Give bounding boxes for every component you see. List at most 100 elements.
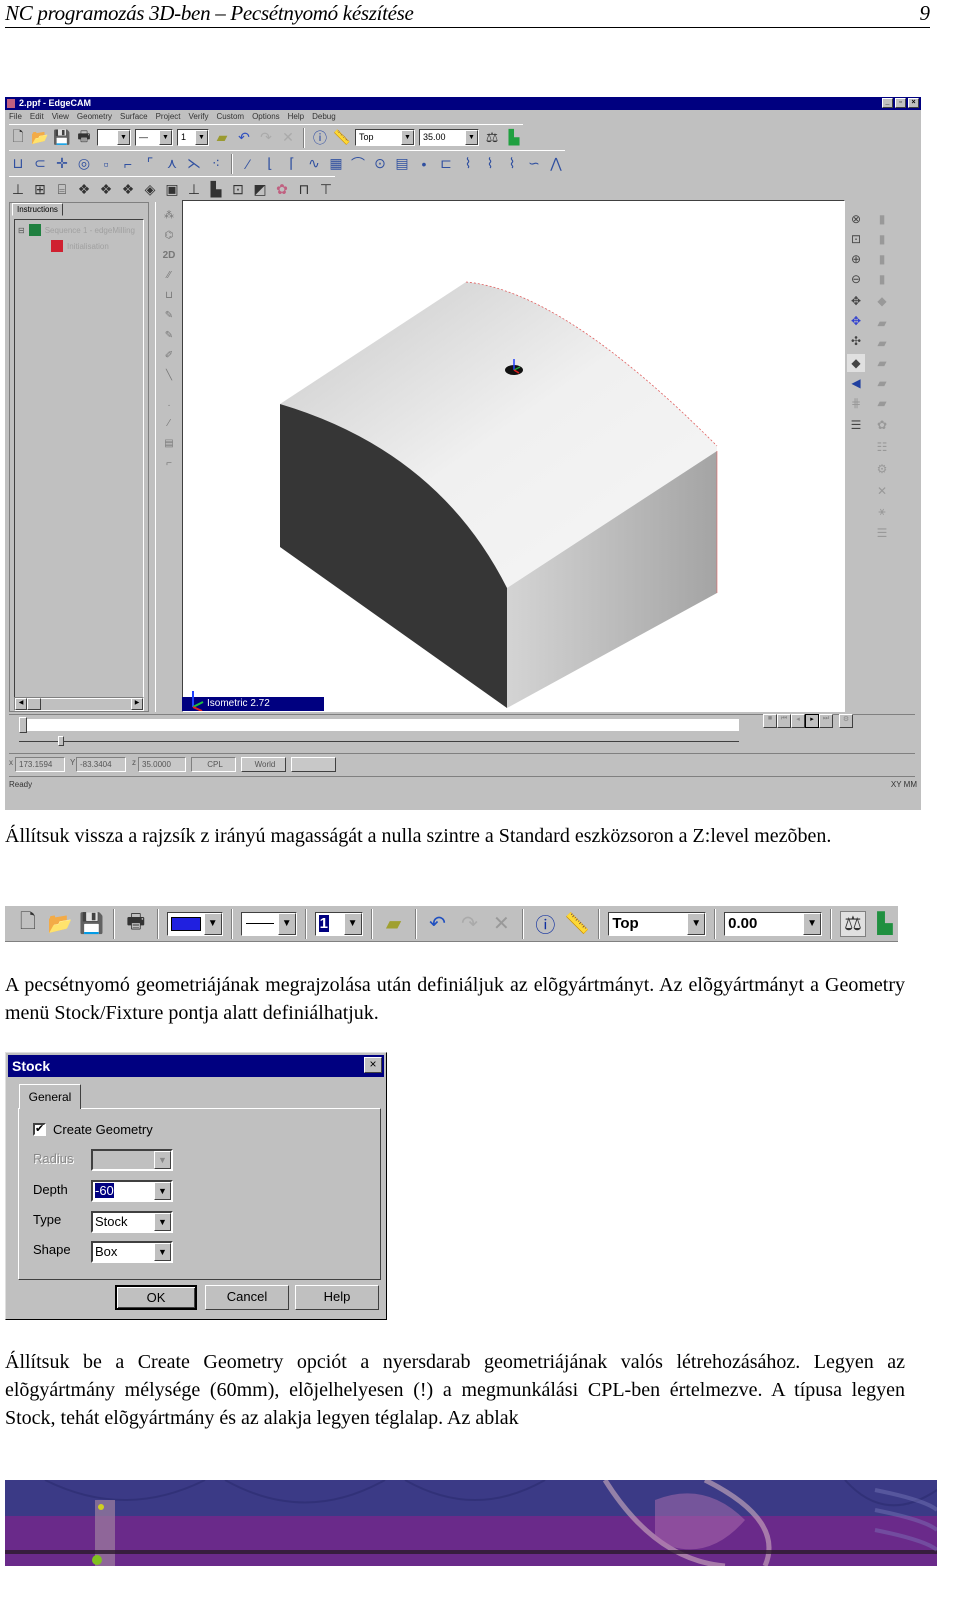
play-icon[interactable]: ▸ xyxy=(805,714,819,728)
step-icon[interactable]: ⌐ xyxy=(160,458,178,474)
measure-icon[interactable]: 📏 xyxy=(564,911,590,937)
surface-step-icon[interactable]: ⌊ xyxy=(261,155,279,173)
zlevel-combo[interactable]: 0.00 ▼ xyxy=(724,911,823,936)
solid8-icon[interactable]: ⊡ xyxy=(229,181,247,199)
menu-file[interactable]: File xyxy=(9,110,22,123)
diagonal-icon[interactable]: ╲ xyxy=(160,370,178,386)
side-tool-14-icon[interactable]: ✕ xyxy=(873,482,891,500)
surface-arc-icon[interactable]: ⌒ xyxy=(349,155,367,173)
print-icon[interactable]: 🖶 xyxy=(75,128,93,147)
solid4-icon[interactable]: ◈ xyxy=(141,181,159,199)
z-coordinate-field[interactable]: 35.0000 xyxy=(138,757,186,772)
side-tool-8-icon[interactable]: ▰ xyxy=(873,354,891,372)
shade-icon[interactable]: ◆ xyxy=(847,354,865,372)
speed-slider-thumb[interactable] xyxy=(58,736,64,746)
frame-icon[interactable]: ⊔ xyxy=(160,290,178,306)
y-coordinate-field[interactable]: -83.3404 xyxy=(76,757,126,772)
save-icon[interactable]: 💾 xyxy=(53,129,71,147)
cpl-field[interactable]: CPL xyxy=(191,757,236,772)
cancel-button[interactable]: Cancel xyxy=(205,1285,289,1310)
chevron-down-icon[interactable]: ▼ xyxy=(154,1213,171,1231)
menu-help[interactable]: Help xyxy=(288,110,304,123)
help-button[interactable]: Help xyxy=(295,1285,379,1310)
2d-icon[interactable]: 2D xyxy=(160,250,178,266)
side-tool-3-icon[interactable]: ▮ xyxy=(873,250,891,268)
side-tool-9-icon[interactable]: ▰ xyxy=(873,374,891,392)
menu-surface[interactable]: Surface xyxy=(120,110,148,123)
simulation-track[interactable] xyxy=(19,719,739,731)
solid3-icon[interactable]: ❖ xyxy=(119,181,137,199)
open-folder-icon[interactable]: 📂 xyxy=(47,911,73,937)
side-tool-2-icon[interactable]: ▮ xyxy=(873,230,891,248)
layer-combo[interactable]: 1 ▼ xyxy=(177,129,209,146)
side-tool-1-icon[interactable]: ▮ xyxy=(873,210,891,228)
side-tool-12-icon[interactable]: ☷ xyxy=(873,438,891,456)
new-file-icon[interactable]: 🗋 xyxy=(9,128,27,147)
tab-general[interactable]: General xyxy=(19,1084,81,1109)
shape-combo[interactable]: Box ▼ xyxy=(91,1241,173,1263)
stop-icon[interactable]: ■ xyxy=(763,714,777,728)
solid11-icon[interactable]: ⊓ xyxy=(295,181,313,199)
dialog-close-button[interactable]: × xyxy=(364,1057,382,1073)
surface-curve-icon[interactable]: ∿ xyxy=(305,155,323,173)
tree-horizontal-scrollbar[interactable]: ◀ ▶ xyxy=(14,697,144,711)
eraser-icon[interactable]: ▰ xyxy=(381,911,407,937)
line-icon[interactable]: ⊔ xyxy=(9,155,27,173)
bracket-icon[interactable]: ⊏ xyxy=(437,155,455,173)
minimize-button[interactable]: _ xyxy=(882,98,893,108)
settings-icon[interactable]: ⚙ xyxy=(839,714,853,728)
rectangle-icon[interactable]: ▫ xyxy=(97,155,115,173)
rotate-icon[interactable]: ✥ xyxy=(847,312,865,330)
side-tool-15-icon[interactable]: ⚹ xyxy=(873,502,891,520)
solid12-icon[interactable]: ⊤ xyxy=(317,181,335,199)
menu-view[interactable]: View xyxy=(52,110,69,123)
solid9-icon[interactable]: ◩ xyxy=(251,181,269,199)
machine-icon[interactable]: ▙ xyxy=(872,911,898,937)
depth-combo[interactable]: -60 ▼ xyxy=(91,1180,173,1202)
side-tool-13-icon[interactable]: ⚙ xyxy=(873,460,891,478)
dynamic-icon[interactable]: ✣ xyxy=(847,332,865,350)
undo-icon[interactable]: ↶ xyxy=(425,911,451,937)
side-tool-11-icon[interactable]: ✿ xyxy=(873,416,891,434)
linestyle-combo[interactable]: ▼ xyxy=(240,911,297,936)
x-coordinate-field[interactable]: 173.1594 xyxy=(15,757,65,772)
surface-corner-icon[interactable]: ⌈ xyxy=(283,155,301,173)
solid6-icon[interactable]: ⊥ xyxy=(185,181,203,199)
curve4-icon[interactable]: ∽ xyxy=(525,155,543,173)
simulation-marker[interactable] xyxy=(19,717,27,733)
layers-icon[interactable]: ☰ xyxy=(847,416,865,434)
redo-icon[interactable]: ↷ xyxy=(257,129,275,147)
menu-geometry[interactable]: Geometry xyxy=(77,110,112,123)
menu-edit[interactable]: Edit xyxy=(30,110,44,123)
open-folder-icon[interactable]: 📂 xyxy=(31,129,49,147)
solid7-icon[interactable]: ▙ xyxy=(207,181,225,199)
color-combo[interactable]: ▼ xyxy=(166,911,223,936)
dot-icon[interactable]: • xyxy=(415,155,433,173)
curve2-icon[interactable]: ⌇ xyxy=(481,155,499,173)
create-geometry-checkbox[interactable]: ✔ xyxy=(33,1123,46,1136)
dot-icon[interactable]: · xyxy=(160,400,178,416)
tree-item[interactable]: Initialisation xyxy=(51,240,109,252)
arc-icon[interactable]: ⊂ xyxy=(31,155,49,173)
curve3-icon[interactable]: ⌇ xyxy=(503,155,521,173)
surface-patch-icon[interactable]: ▦ xyxy=(327,155,345,173)
pen3-icon[interactable]: ✐ xyxy=(160,350,178,366)
side-tool-7-icon[interactable]: ▰ xyxy=(873,334,891,352)
solid1-icon[interactable]: ❖ xyxy=(75,181,93,199)
collapse-icon[interactable]: ⊟ xyxy=(18,226,25,235)
chevron-down-icon[interactable]: ▼ xyxy=(154,1182,171,1200)
circle-icon[interactable]: ◎ xyxy=(75,155,93,173)
side-tool-4-icon[interactable]: ▮ xyxy=(873,270,891,288)
surface-zoom-icon[interactable]: ⊙ xyxy=(371,155,389,173)
surface-grid-icon[interactable]: ▤ xyxy=(393,155,411,173)
side-tool-5-icon[interactable]: ◆ xyxy=(873,292,891,310)
ok-button[interactable]: OK xyxy=(115,1285,197,1310)
menu-custom[interactable]: Custom xyxy=(217,110,245,123)
info-icon[interactable]: ⓘ xyxy=(532,911,558,937)
linestyle-combo[interactable]: — ▼ xyxy=(135,129,173,146)
fast-forward-icon[interactable]: ⏭ xyxy=(819,714,833,728)
step-back-icon[interactable]: ◂ xyxy=(791,714,805,728)
zoom-out-icon[interactable]: ⊖ xyxy=(847,270,865,288)
graphics-viewport[interactable] xyxy=(182,200,845,712)
slash-icon[interactable]: ⁄ xyxy=(160,418,178,434)
